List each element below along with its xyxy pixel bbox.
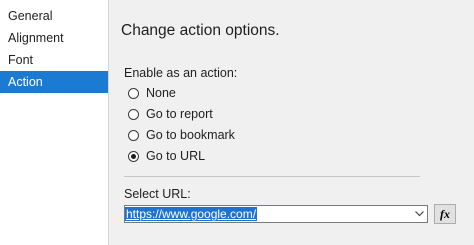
radio-go-to-report-indicator[interactable] <box>128 108 139 120</box>
sidebar-item-font[interactable]: Font <box>0 49 108 71</box>
radio-go-to-report-label: Go to report <box>146 107 213 121</box>
sidebar-item-alignment[interactable]: Alignment <box>0 27 108 49</box>
separator <box>124 176 420 177</box>
action-options-panel: Change action options. Enable as an acti… <box>109 0 474 245</box>
select-url-label: Select URL: <box>124 187 191 201</box>
radio-go-to-url[interactable]: Go to URL <box>128 147 205 165</box>
radio-none-label: None <box>146 86 176 100</box>
radio-go-to-bookmark-label: Go to bookmark <box>146 128 235 142</box>
radio-go-to-report[interactable]: Go to report <box>128 105 213 123</box>
url-input-value[interactable]: https://www.google.com/ <box>125 207 258 221</box>
radio-none-indicator[interactable] <box>128 87 139 99</box>
expression-button[interactable]: fx <box>434 204 456 224</box>
enable-action-label: Enable as an action: <box>124 66 238 80</box>
fx-icon: fx <box>440 206 450 221</box>
chevron-down-icon[interactable] <box>411 206 427 222</box>
properties-sidebar: General Alignment Font Action <box>0 0 109 245</box>
sidebar-item-action[interactable]: Action <box>0 71 108 93</box>
url-combobox[interactable]: https://www.google.com/ <box>124 205 428 223</box>
radio-go-to-url-label: Go to URL <box>146 149 206 163</box>
sidebar-item-general[interactable]: General <box>0 5 108 27</box>
panel-title: Change action options. <box>121 22 280 39</box>
radio-none[interactable]: None <box>128 84 176 102</box>
radio-go-to-bookmark-indicator[interactable] <box>128 129 139 141</box>
radio-go-to-url-indicator[interactable] <box>128 150 139 162</box>
radio-go-to-bookmark[interactable]: Go to bookmark <box>128 126 235 144</box>
